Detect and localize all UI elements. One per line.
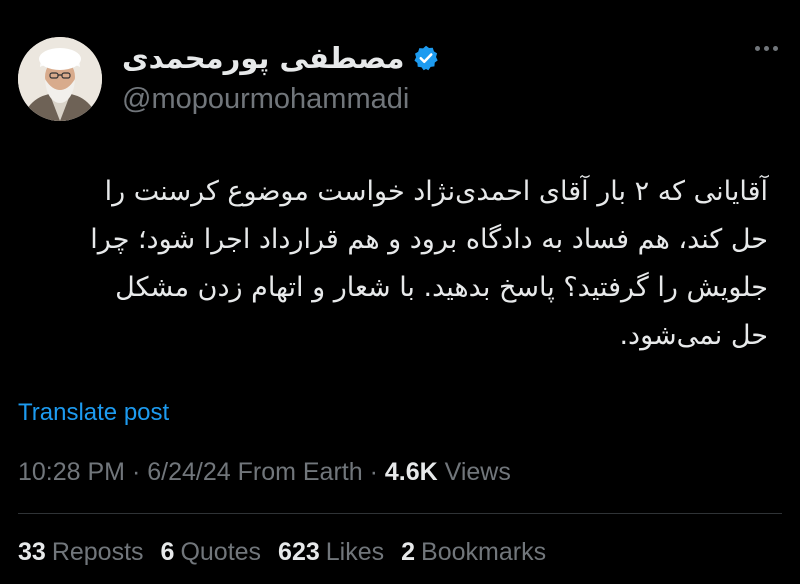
tweet-meta: 10:28 PM · 6/24/24 From Earth · 4.6K Vie… [18,456,511,488]
reposts-label: Reposts [51,538,144,566]
reposts-count: 33 [18,538,46,566]
tweet-line: حل نمی‌شود. [619,320,768,351]
likes-stat[interactable]: 623 Likes [278,536,384,568]
author-name-row: مصطفی پورمحمدی [122,40,440,76]
divider [18,513,782,514]
views-label: Views [444,458,511,486]
tweet-line: حل کند، هم فساد به دادگاه برود و هم قرار… [90,224,768,255]
quotes-stat[interactable]: 6 Quotes [161,536,262,568]
meta-separator: · [125,458,148,486]
bookmarks-stat[interactable]: 2 Bookmarks [401,536,546,568]
tweet-line: جلویش را گرفتید؟ پاسخ بدهید. با شعار و ا… [115,272,768,303]
likes-count: 623 [278,538,320,566]
translate-post-link[interactable]: Translate post [18,398,169,428]
bookmarks-label: Bookmarks [421,538,547,566]
quotes-label: Quotes [180,538,262,566]
meta-separator: · [362,458,385,486]
bookmarks-count: 2 [401,538,416,566]
author-handle[interactable]: @mopourmohammadi [122,82,409,116]
more-options-icon[interactable] [755,46,778,51]
engagement-stats: 33 Reposts 6 Quotes 623 Likes 2 Bookmarks [18,536,546,568]
tweet-time[interactable]: 10:28 PM [18,458,125,486]
author-display-name[interactable]: مصطفی پورمحمدی [122,40,404,76]
reposts-stat[interactable]: 33 Reposts [18,536,144,568]
views-count: 4.6K [384,458,438,486]
quotes-count: 6 [160,538,175,566]
tweet-text: آقایانی که ۲ بار آقای احمدی‌نژاد خواست م… [18,168,768,360]
tweet-line: آقایانی که ۲ بار آقای احمدی‌نژاد خواست م… [104,176,768,207]
verified-badge-icon[interactable] [412,44,440,72]
avatar[interactable] [18,37,102,121]
tweet-source: From Earth [237,458,363,486]
avatar-image [18,37,102,121]
tweet-date[interactable]: 6/24/24 [147,458,230,486]
likes-label: Likes [325,538,385,566]
